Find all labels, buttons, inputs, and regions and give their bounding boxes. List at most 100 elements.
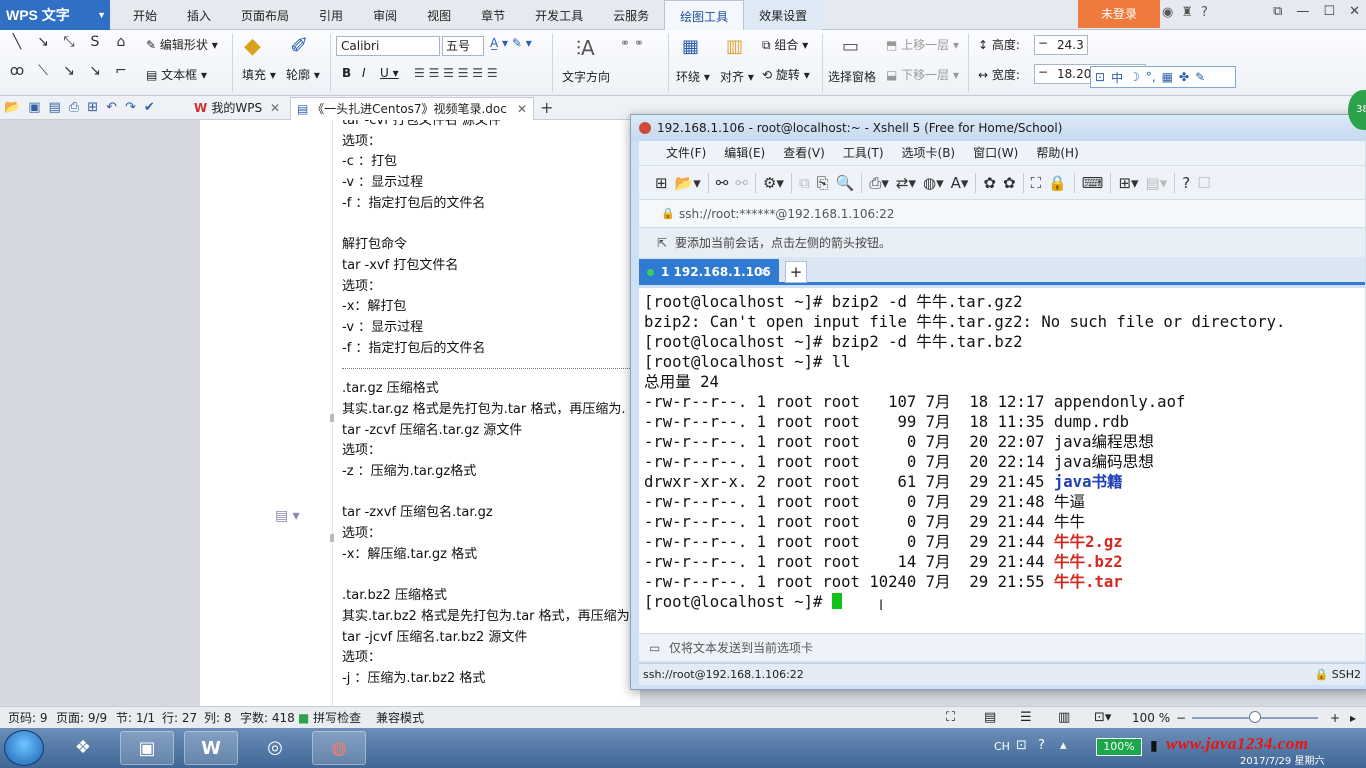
- undo-icon[interactable]: ↶: [106, 100, 117, 115]
- keyboard-icon[interactable]: ⌨: [1082, 174, 1104, 192]
- document-line[interactable]: -z ：压缩为.tar.gz格式: [342, 462, 642, 483]
- print-icon[interactable]: ⎙▾: [869, 174, 889, 192]
- edit-shape-button[interactable]: ✎ 编辑形状 ▾: [146, 36, 218, 53]
- ime-punct-icon[interactable]: °,: [1146, 70, 1156, 84]
- tab-document[interactable]: ▤ 《一头扎进Centos7》视频笔录.doc ✕: [290, 97, 534, 120]
- zoom-in-icon[interactable]: +: [1330, 707, 1340, 729]
- freeform-icon[interactable]: ⌂: [110, 34, 132, 59]
- zoom-slider-knob[interactable]: [1249, 711, 1261, 723]
- tab-references[interactable]: 引用: [304, 0, 358, 30]
- font-color-icon[interactable]: A̲ ▾ ✎ ▾: [490, 36, 532, 50]
- document-line[interactable]: -j ：压缩为.tar.bz2 格式: [342, 669, 642, 690]
- close-icon[interactable]: ✕: [759, 259, 769, 285]
- outline-button[interactable]: 轮廓 ▾: [286, 66, 320, 83]
- textbox-button[interactable]: ▤ 文本框 ▾: [146, 66, 207, 83]
- new-tab-button[interactable]: +: [785, 261, 807, 283]
- arrow-connector-icon[interactable]: ↘: [84, 63, 106, 88]
- ime-toolbar[interactable]: ⊡ 中 ☽ °, ▦ ✤ ✎: [1090, 66, 1236, 88]
- tab-chapter[interactable]: 章节: [466, 0, 520, 30]
- taskbar-xshell-icon[interactable]: ◍: [312, 731, 366, 765]
- document-line[interactable]: tar -zxvf 压缩包名.tar.gz: [342, 503, 642, 524]
- xftp-icon[interactable]: ✿: [983, 174, 996, 192]
- document-line[interactable]: [342, 214, 642, 235]
- battery-indicator[interactable]: 100%: [1096, 738, 1142, 756]
- wrap-icon[interactable]: ▦: [682, 36, 699, 57]
- document-line[interactable]: 选项：: [342, 132, 642, 153]
- help-tray-icon[interactable]: ?: [1038, 738, 1045, 753]
- ime-chinese-icon[interactable]: 中: [1111, 69, 1123, 86]
- pdf-icon[interactable]: ▤: [48, 100, 60, 115]
- scribble-icon[interactable]: ꝏ: [6, 63, 28, 88]
- spell-check-toggle[interactable]: ■ 拼写检查: [298, 707, 361, 729]
- compose-bar[interactable]: ▭ 仅将文本发送到当前选项卡: [639, 633, 1365, 661]
- document-line[interactable]: -v ：显示过程: [342, 318, 642, 339]
- selection-pane-icon[interactable]: ▭: [842, 36, 859, 57]
- add-session-arrow-icon[interactable]: ⇱: [657, 228, 667, 258]
- open-session-icon[interactable]: 📂▾: [675, 174, 701, 192]
- restore-icon[interactable]: ⧉: [1273, 4, 1282, 19]
- send-backward-button[interactable]: ⬓ 下移一层 ▾: [886, 66, 959, 83]
- document-text[interactable]: tar -cvf 打包文件名 源文件 选项： -c ：打包 -v ：显示过程 -f ：指…: [342, 120, 642, 690]
- login-button[interactable]: 未登录: [1078, 0, 1160, 28]
- zoom-menu-icon[interactable]: ▸: [1350, 707, 1356, 729]
- skin-icon[interactable]: ◉: [1162, 5, 1173, 20]
- menu-help[interactable]: 帮助(H): [1027, 141, 1087, 165]
- reading-mode-icon[interactable]: ⊡▾: [1094, 707, 1111, 729]
- document-line[interactable]: 选项：: [342, 277, 642, 298]
- new-tab-icon[interactable]: +: [540, 98, 553, 117]
- chat-icon[interactable]: ☐: [1197, 174, 1210, 192]
- ime-keyboard-icon[interactable]: ▦: [1162, 70, 1173, 84]
- selection-pane-label[interactable]: 选择窗格: [828, 68, 876, 85]
- help-icon[interactable]: ?: [1182, 174, 1190, 192]
- tab-effects[interactable]: 效果设置: [744, 0, 823, 30]
- document-line[interactable]: -c ：打包: [342, 152, 642, 173]
- web-view-icon[interactable]: ▥: [1058, 707, 1070, 729]
- tab-drawing-tools[interactable]: 绘图工具: [664, 0, 745, 30]
- open-folder-icon[interactable]: 📂: [4, 100, 20, 115]
- language-indicator[interactable]: CH: [994, 740, 1010, 753]
- height-decrement-icon[interactable]: −: [1038, 36, 1048, 50]
- ime-logo-icon[interactable]: ⊡: [1095, 70, 1105, 84]
- document-line[interactable]: 其实.tar.gz 格式是先打包为.tar 格式，再压缩为.: [342, 400, 642, 421]
- session-tab[interactable]: 1 192.168.1.106 ✕: [639, 259, 779, 285]
- paste-icon[interactable]: ⎘: [817, 174, 829, 192]
- page-view-icon[interactable]: ▤: [984, 707, 996, 729]
- ime-settings-icon[interactable]: ✎: [1195, 70, 1205, 84]
- xshell-titlebar[interactable]: 192.168.1.106 - root@localhost:~ - Xshel…: [631, 115, 1366, 141]
- xshell-window[interactable]: 192.168.1.106 - root@localhost:~ - Xshel…: [630, 114, 1366, 690]
- taskbar-app-colorful-icon[interactable]: ❖: [56, 731, 110, 765]
- tab-review[interactable]: 审阅: [358, 0, 412, 30]
- plug-icon[interactable]: ▮: [1150, 738, 1158, 754]
- align-objects-icon[interactable]: ▥: [726, 36, 743, 57]
- document-line[interactable]: 选项：: [342, 441, 642, 462]
- redo-icon[interactable]: ↷: [125, 100, 136, 115]
- wrap-button[interactable]: 环绕 ▾: [676, 68, 710, 85]
- menu-view[interactable]: 查看(V): [774, 141, 834, 165]
- pin-icon[interactable]: ✔: [144, 100, 155, 115]
- new-session-icon[interactable]: ⊞: [655, 174, 668, 192]
- document-line[interactable]: tar -xvf 打包文件名: [342, 256, 642, 277]
- document-line[interactable]: tar -cvf 打包文件名 源文件: [342, 120, 642, 132]
- tab-start[interactable]: 开始: [118, 0, 172, 30]
- text-direction-icon[interactable]: ⫶A: [576, 36, 595, 60]
- lock-icon[interactable]: 🔒: [1048, 174, 1067, 192]
- new-tab-icon[interactable]: ⊞▾: [1118, 174, 1138, 192]
- line-icon[interactable]: ╲: [6, 34, 28, 59]
- document-line[interactable]: 解打包命令: [342, 235, 642, 256]
- menu-edit[interactable]: 编辑(E): [715, 141, 774, 165]
- fullscreen-icon[interactable]: ⛶: [1031, 174, 1042, 192]
- tab-page-layout[interactable]: 页面布局: [226, 0, 304, 30]
- document-line[interactable]: [342, 483, 642, 504]
- bent-connector-icon[interactable]: ⌐: [110, 63, 132, 88]
- properties-icon[interactable]: ⚙▾: [763, 174, 784, 192]
- xshell-address-bar[interactable]: 🔒 ssh://root:******@192.168.1.106:22: [639, 199, 1365, 227]
- document-line[interactable]: -x：解压缩.tar.gz 格式: [342, 545, 642, 566]
- group-button[interactable]: ⧉ 组合 ▾: [762, 36, 808, 53]
- menu-window[interactable]: 窗口(W): [964, 141, 1027, 165]
- globe-icon[interactable]: ◍▾: [923, 174, 944, 192]
- save-icon[interactable]: ▣: [28, 100, 40, 115]
- text-direction-label[interactable]: 文字方向: [562, 68, 610, 85]
- width-decrement-icon[interactable]: −: [1038, 65, 1048, 79]
- tab-developer[interactable]: 开发工具: [520, 0, 598, 30]
- document-line[interactable]: 选项：: [342, 648, 642, 669]
